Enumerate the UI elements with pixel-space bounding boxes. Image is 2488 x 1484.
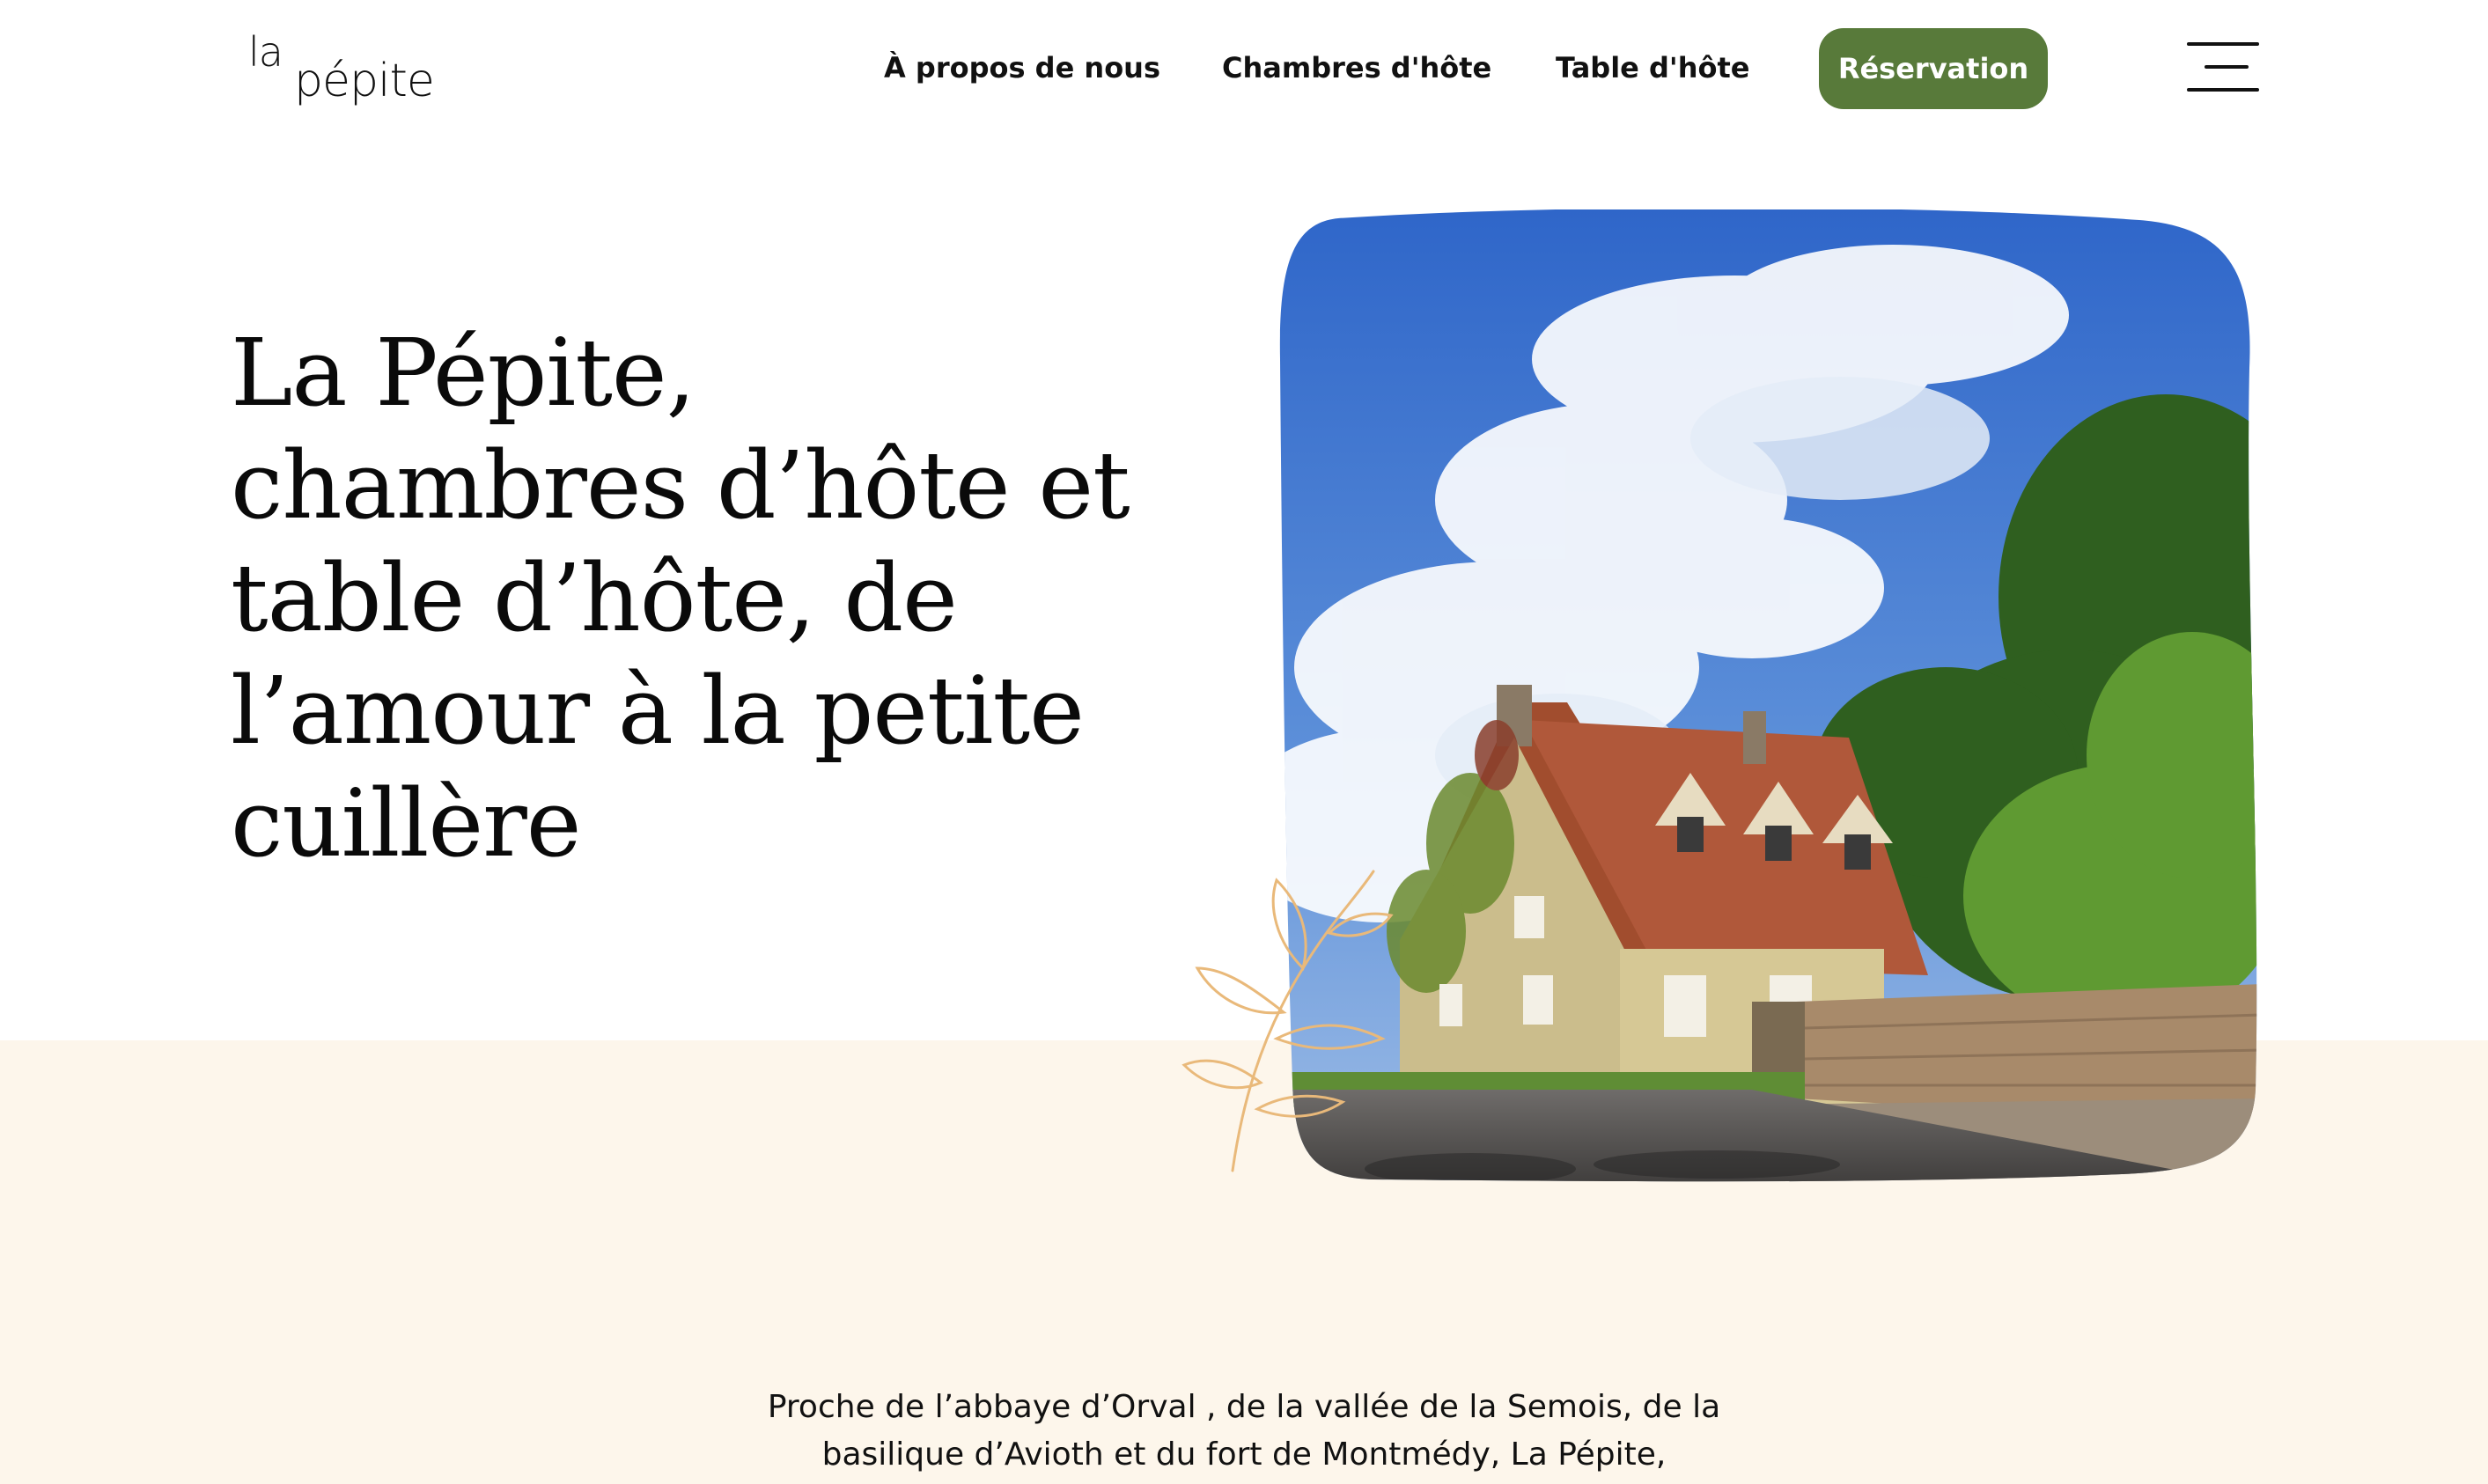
reservation-button[interactable]: Réservation xyxy=(1819,28,2048,109)
hero-title: La Pépite, chambres d’hôte et table d’hô… xyxy=(231,319,1130,878)
logo-word-pepite: pépite xyxy=(294,55,435,107)
nav-link-chambres[interactable]: Chambres d'hôte xyxy=(1222,39,1491,97)
hamburger-menu-icon[interactable] xyxy=(2187,42,2259,93)
nav-link-table[interactable]: Table d'hôte xyxy=(1556,39,1749,97)
nav-link-a-propos[interactable]: À propos de nous xyxy=(884,39,1160,97)
logo-word-la: la xyxy=(248,28,283,76)
hero-house-photo xyxy=(1279,209,2257,1182)
intro-paragraph: Proche de l’abbaye d’Orval , de la vallé… xyxy=(767,1389,1721,1473)
leaf-branch-icon xyxy=(1181,870,1394,1172)
site-logo[interactable]: la pépite xyxy=(247,28,435,107)
